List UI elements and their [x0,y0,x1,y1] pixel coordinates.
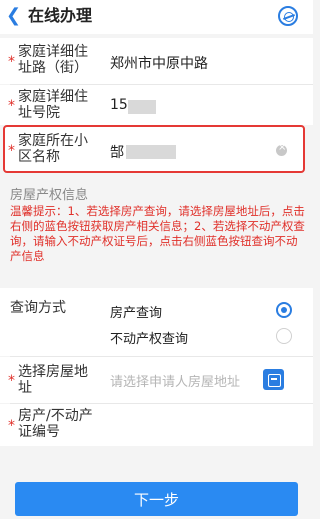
community-row: * 家庭所在小区名称 郜 [6,128,302,170]
query-label: 查询方式 [10,300,66,316]
street-label: 家庭详细住址路（街） [18,44,88,76]
street-row: * 家庭详细住址路（街） 郑州市中原中路 [0,38,313,84]
spacer [0,264,313,288]
clear-icon[interactable] [276,142,287,156]
address-select[interactable]: 请选择申请人房屋地址 [110,371,256,390]
redacted-block [128,100,156,114]
page-title: 在线办理 [28,6,93,25]
radio-selected-icon[interactable] [276,302,292,318]
community-label: 家庭所在小区名称 [18,133,88,165]
required-mark: * [8,143,15,159]
tip-text: 温馨提示：1、若选择房产查询，请选择房屋地址后，点击右侧的蓝色按钮获取房产相关信… [10,204,305,263]
query-row: 查询方式 房产查询 不动产权查询 [0,288,313,356]
required-mark: * [8,98,15,114]
next-button[interactable]: 下一步 [15,482,298,516]
house-label: 家庭详细住址号院 [18,89,88,121]
radio-unselected-icon[interactable] [276,328,292,344]
cert-row: * 房产/不动产证编号 [0,404,313,446]
top-bar: ❮ 在线办理 [0,0,313,34]
address-lookup-icon[interactable] [263,369,284,390]
cert-input[interactable] [110,416,290,434]
required-mark: * [8,54,15,70]
back-arrow-icon[interactable]: ❮ [6,6,22,26]
community-input[interactable]: 郜 [110,142,124,162]
street-value[interactable]: 郑州市中原中路 [110,53,208,73]
required-mark: * [8,418,15,434]
address-label: 选择房屋地址 [18,364,88,396]
scan-icon[interactable] [278,6,298,26]
section-title: 房屋产权信息 [10,188,89,203]
query-option-house[interactable]: 房产查询 [110,302,162,321]
house-row: * 家庭详细住址号院 15 [0,85,313,125]
cert-label: 房产/不动产证编号 [18,408,93,440]
query-option-property[interactable]: 不动产权查询 [110,328,188,347]
house-value[interactable]: 15 [110,97,128,113]
required-mark: * [8,373,15,389]
redacted-block [126,145,176,159]
